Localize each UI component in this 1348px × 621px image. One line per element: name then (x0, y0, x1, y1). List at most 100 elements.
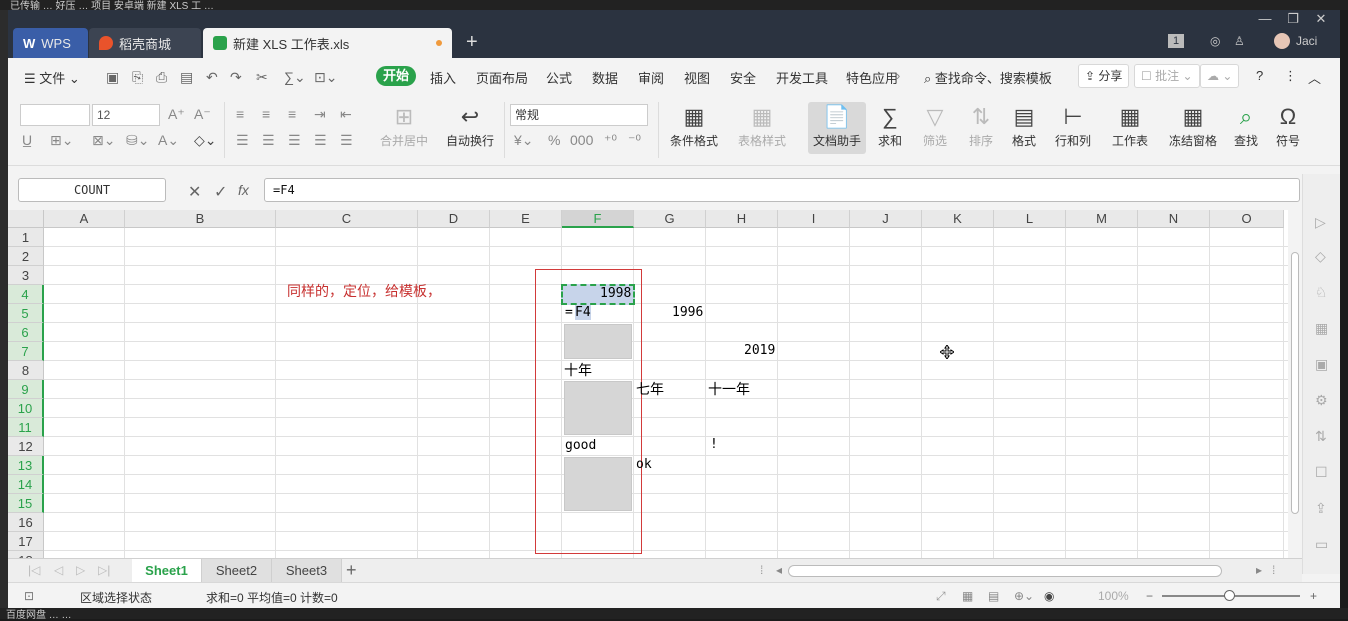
restore-button[interactable]: ❐ (1280, 10, 1306, 28)
decimal-add-icon[interactable]: ⁺⁰ (604, 132, 617, 149)
bucket-icon[interactable]: ⛁⌄ (126, 132, 149, 149)
column-header[interactable]: H (706, 210, 778, 228)
cloud-button[interactable]: ☁ ⌄ (1200, 64, 1240, 88)
cell-h9[interactable]: 十一年 (708, 379, 750, 399)
column-header[interactable]: L (994, 210, 1066, 228)
sheet-tab-3[interactable]: Sheet3 (272, 559, 342, 583)
border-icon[interactable]: ⊞⌄ (50, 132, 73, 149)
zoom-slider-knob[interactable] (1224, 590, 1235, 601)
scroll-left-icon[interactable]: ◂ (776, 563, 782, 577)
scissors-icon[interactable]: ✂ (256, 69, 268, 86)
thousands-icon[interactable]: 000 (570, 132, 593, 148)
symbol-button[interactable]: Ω 符号 (1270, 102, 1306, 149)
tab-docer-store[interactable]: 稻壳商城 (89, 28, 201, 58)
sheet-first-icon[interactable]: |◁ (28, 563, 40, 577)
tab-page-layout[interactable]: 页面布局 (476, 68, 528, 87)
add-sheet-button[interactable]: + (346, 560, 357, 581)
side-filter-icon[interactable]: ⇅ (1315, 428, 1327, 445)
shirt-icon[interactable]: ♙ (1234, 34, 1245, 48)
find-button[interactable]: ⌕ 查找 (1228, 102, 1264, 149)
row-header[interactable]: 8 (8, 361, 44, 380)
new-tab-button[interactable]: + (466, 30, 478, 54)
row-header[interactable]: 18 (8, 551, 44, 558)
help-icon[interactable]: ? (1256, 68, 1263, 83)
conditional-format-button[interactable]: ▦ 条件格式 (662, 102, 726, 149)
row-header[interactable]: 13 (8, 456, 44, 475)
spreadsheet-grid[interactable]: A B C D E F G H I J K L M N O 1 2 3 4 5 6 7 8 9 10 11 12 13 14 15 16 17… (8, 210, 1288, 558)
sheet-last-icon[interactable]: ▷| (98, 563, 110, 577)
column-header[interactable]: J (850, 210, 922, 228)
rows-cols-button[interactable]: ⊢ 行和列 (1048, 102, 1098, 149)
underline-icon[interactable]: U̲ (22, 132, 32, 148)
user-name[interactable]: Jaci (1296, 34, 1317, 48)
more-tabs-icon[interactable]: › (896, 68, 900, 83)
status-macro-icon[interactable]: ⊡ (24, 589, 34, 603)
window-count-badge[interactable]: 1 (1168, 34, 1184, 48)
cell-f12[interactable]: good (565, 438, 596, 453)
column-header[interactable]: G (634, 210, 706, 228)
close-button[interactable]: ✕ (1308, 10, 1334, 28)
row-header[interactable]: 4 (8, 285, 44, 304)
freeze-panes-button[interactable]: ▦ 冻结窗格 (1162, 102, 1224, 149)
eraser-icon[interactable]: ◇⌄ (194, 132, 217, 149)
align-left-icon[interactable]: ☰ (236, 132, 249, 149)
fullscreen-icon[interactable]: ⤢ (936, 589, 946, 604)
side-style-icon[interactable]: ◇ (1315, 248, 1326, 265)
font-name-select[interactable] (20, 104, 90, 126)
export-icon[interactable]: ⎘ (132, 69, 143, 86)
tab-dev-tools[interactable]: 开发工具 (776, 68, 828, 87)
row-header[interactable]: 2 (8, 247, 44, 266)
align-right-icon[interactable]: ☰ (288, 132, 301, 149)
sheet-prev-icon[interactable]: ◁ (54, 563, 63, 577)
side-settings-icon[interactable]: ⚙ (1315, 392, 1328, 409)
column-header[interactable]: K (922, 210, 994, 228)
row-header[interactable]: 3 (8, 266, 44, 285)
row-header[interactable]: 14 (8, 475, 44, 494)
font-color-icon[interactable]: A⌄ (158, 132, 179, 149)
vertical-scrollbar[interactable] (1288, 228, 1302, 558)
column-header[interactable]: N (1138, 210, 1210, 228)
percent-icon[interactable]: % (548, 132, 560, 148)
fill-color-icon[interactable]: ⊠⌄ (92, 132, 115, 149)
font-size-select[interactable]: 12 (92, 104, 160, 126)
wrap-text-button[interactable]: ↩ 自动换行 (442, 102, 498, 149)
name-box[interactable]: COUNT (18, 178, 166, 202)
column-header[interactable]: B (125, 210, 276, 228)
currency-icon[interactable]: ¥⌄ (514, 132, 534, 149)
align-center-icon[interactable]: ☰ (262, 132, 275, 149)
sheet-tab-1[interactable]: Sheet1 (132, 559, 202, 583)
distribute-icon[interactable]: ☰ (340, 132, 353, 149)
preview-icon[interactable]: ▤ (180, 69, 193, 86)
row-header[interactable]: 16 (8, 513, 44, 532)
row-header[interactable]: 10 (8, 399, 44, 418)
tab-data[interactable]: 数据 (592, 68, 618, 87)
side-archive-icon[interactable]: ▭ (1315, 536, 1328, 553)
column-header[interactable]: D (418, 210, 490, 228)
collapse-ribbon-icon[interactable]: ︿ (1308, 68, 1321, 87)
select-all-corner[interactable] (8, 210, 44, 228)
cell-g5[interactable]: 1996 (672, 305, 703, 320)
sum-button[interactable]: ∑ 求和 (870, 102, 910, 149)
tab-security[interactable]: 安全 (730, 68, 756, 87)
eye-protection-icon[interactable]: ◉ (1044, 589, 1054, 603)
zoom-level[interactable]: 100% (1098, 589, 1129, 603)
column-header[interactable]: F (562, 210, 634, 228)
row-header[interactable]: 6 (8, 323, 44, 342)
horizontal-scrollbar[interactable] (788, 565, 1222, 577)
side-backup-icon[interactable]: ☐ (1315, 464, 1328, 481)
cell-h12[interactable]: ! (710, 437, 718, 452)
minimize-button[interactable]: — (1252, 10, 1278, 28)
column-header[interactable]: M (1066, 210, 1138, 228)
worksheet-button[interactable]: ▦ 工作表 (1104, 102, 1156, 149)
tab-active-file[interactable]: 新建 XLS 工作表.xls (203, 28, 452, 58)
align-bottom-icon[interactable]: ≡ (288, 106, 296, 122)
tab-start[interactable]: 开始 (376, 66, 416, 86)
justify-icon[interactable]: ☰ (314, 132, 327, 149)
number-format-select[interactable]: 常规 (510, 104, 648, 126)
formula-input[interactable]: =F4 (264, 178, 1300, 202)
cancel-formula-icon[interactable]: ✕ (188, 182, 201, 202)
increase-font-icon[interactable]: A⁺ (168, 106, 185, 123)
filter-button[interactable]: ▽ 筛选 (914, 102, 956, 149)
vertical-scroll-thumb[interactable] (1291, 252, 1299, 514)
hscroll-splitter-icon[interactable]: ⁞ (760, 563, 763, 577)
